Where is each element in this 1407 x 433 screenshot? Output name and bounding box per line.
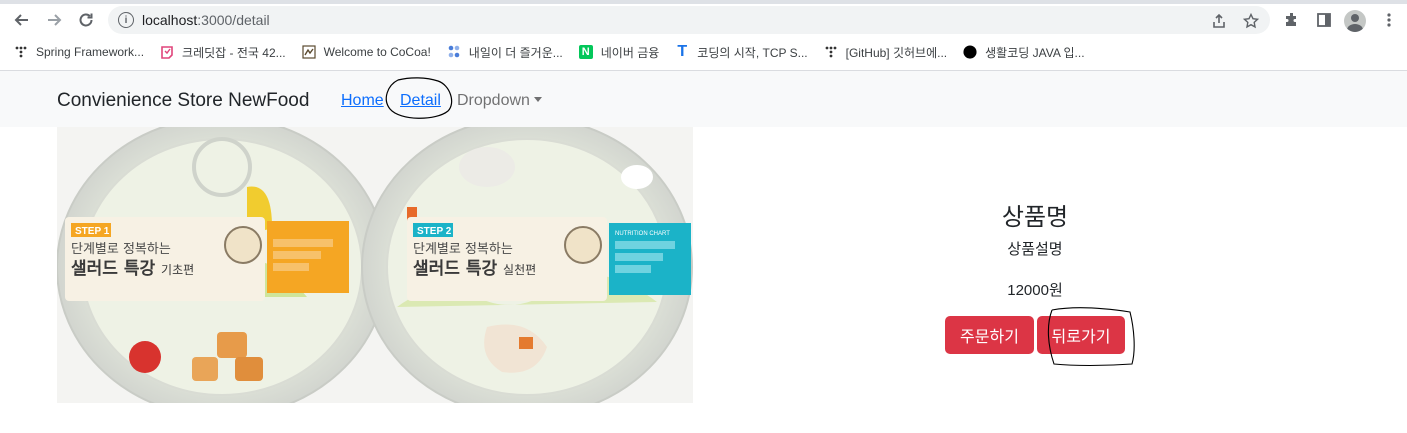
bookmark-star-icon[interactable] bbox=[1242, 12, 1260, 30]
product-image: STEP 1 단계별로 정복하는 샐러드 특강 기초편 STEP 2 단계별로 … bbox=[57, 127, 693, 403]
bookmark-item[interactable]: 내일이 더 즐거운... bbox=[447, 44, 563, 61]
bookmark-item[interactable]: T 코딩의 시작, TCP S... bbox=[675, 43, 808, 61]
label-nutrition-chart: NUTRITION CHART bbox=[615, 231, 670, 237]
nav-dropdown-label: Dropdown bbox=[457, 92, 530, 109]
product-title: 상품명 bbox=[1001, 204, 1069, 231]
dots-icon bbox=[447, 45, 461, 59]
url-text[interactable]: localhost:3000/detail bbox=[142, 12, 270, 28]
back-button[interactable]: 뒤로가기 bbox=[1037, 316, 1125, 354]
bookmark-item[interactable]: Spring Framework... bbox=[14, 45, 144, 59]
bookmark-label: Spring Framework... bbox=[36, 45, 145, 59]
nav-link-home[interactable]: Home bbox=[341, 92, 384, 110]
bookmark-item[interactable]: [GitHub] 깃허브에... bbox=[824, 44, 948, 61]
bookmark-label: 코딩의 시작, TCP S... bbox=[697, 45, 808, 60]
side-panel-icon[interactable] bbox=[1313, 9, 1335, 31]
forward-arrow-icon[interactable] bbox=[42, 8, 66, 32]
product-description: 상품설명 bbox=[1007, 241, 1063, 258]
tcp-icon: T bbox=[677, 43, 688, 60]
nav-link-detail[interactable]: Detail bbox=[400, 92, 441, 110]
label-left-title-1: 단계별로 정복하는 bbox=[71, 242, 171, 257]
bookmark-label: 크레딧잡 - 전국 42... bbox=[182, 45, 286, 60]
address-bar[interactable]: i localhost:3000/detail bbox=[108, 6, 1270, 34]
browser-toolbar: i localhost:3000/detail Spring Framework… bbox=[0, 0, 1407, 71]
label-step-1: STEP 1 bbox=[75, 226, 110, 237]
nav-dropdown-toggle[interactable]: Dropdown bbox=[457, 92, 542, 110]
bookmark-item[interactable]: 크레딧잡 - 전국 42... bbox=[160, 44, 286, 61]
label-step-2: STEP 2 bbox=[417, 226, 452, 237]
cocoa-icon bbox=[302, 45, 316, 59]
bookmark-label: Welcome to CoCoa! bbox=[323, 45, 431, 59]
product-price: 12000원 bbox=[1007, 282, 1063, 299]
bookmark-item[interactable]: N 네이버 금융 bbox=[578, 44, 660, 61]
bookmark-item[interactable]: Welcome to CoCoa! bbox=[302, 45, 431, 59]
url-host: localhost bbox=[142, 12, 198, 28]
kebab-menu-icon[interactable] bbox=[1378, 9, 1400, 31]
bookmark-label: 네이버 금융 bbox=[600, 45, 660, 60]
caret-down-icon bbox=[533, 97, 542, 102]
label-right-title-1: 단계별로 정복하는 bbox=[413, 242, 513, 257]
github-dots-icon bbox=[824, 45, 838, 59]
share-icon[interactable] bbox=[1210, 12, 1228, 30]
salad-bowls-illustration: STEP 1 단계별로 정복하는 샐러드 특강 기초편 STEP 2 단계별로 … bbox=[57, 127, 693, 403]
bookmark-item[interactable]: 생활코딩 JAVA 입... bbox=[963, 44, 1085, 61]
bookmark-label: 생활코딩 JAVA 입... bbox=[985, 45, 1085, 60]
profile-avatar-icon[interactable] bbox=[1344, 10, 1366, 32]
reload-icon[interactable] bbox=[74, 8, 98, 32]
back-arrow-icon[interactable] bbox=[10, 8, 34, 32]
url-path: :3000/detail bbox=[197, 12, 270, 28]
app-navbar: Convienience Store NewFood Home Detail D… bbox=[0, 71, 1407, 127]
extensions-icon[interactable] bbox=[1281, 9, 1303, 31]
order-button[interactable]: 주문하기 bbox=[945, 316, 1034, 354]
spring-icon bbox=[14, 45, 28, 59]
bookmark-label: 내일이 더 즐거운... bbox=[468, 45, 563, 60]
navbar-brand[interactable]: Convienience Store NewFood bbox=[57, 90, 309, 112]
opentutorials-icon bbox=[963, 45, 977, 59]
naver-icon: N bbox=[578, 45, 593, 59]
site-info-icon[interactable]: i bbox=[118, 12, 134, 28]
bookmarks-bar: Spring Framework... 크레딧잡 - 전국 42... Welc… bbox=[14, 42, 1101, 62]
tab-strip bbox=[0, 0, 1407, 4]
kreditjob-icon bbox=[160, 45, 174, 59]
bookmark-label: [GitHub] 깃허브에... bbox=[845, 45, 948, 60]
